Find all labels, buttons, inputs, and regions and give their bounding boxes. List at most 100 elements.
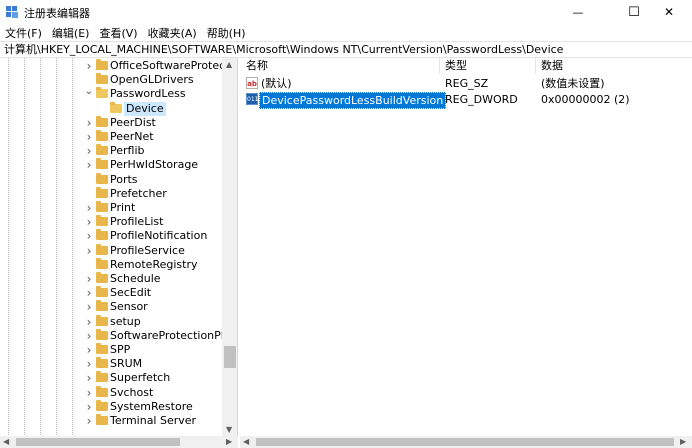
close-button[interactable]: ✕: [646, 0, 692, 24]
tree-item[interactable]: › Superfetch: [0, 371, 224, 385]
menu-edit[interactable]: 编辑(E): [47, 25, 95, 41]
tree-item[interactable]: › PeerNet: [0, 130, 224, 144]
tree-item[interactable]: › Schedule: [0, 272, 224, 286]
tree-item-label: SystemRestore: [110, 399, 193, 413]
collapse-chevron-icon[interactable]: ›: [84, 272, 94, 286]
tree-item[interactable]: › Perflib: [0, 144, 224, 158]
folder-icon: [96, 414, 108, 425]
collapse-chevron-icon[interactable]: ›: [84, 357, 94, 371]
maximize-icon: ☐: [628, 4, 640, 20]
tree-item-label: setup: [110, 314, 141, 328]
folder-icon: [96, 201, 108, 212]
collapse-chevron-icon[interactable]: ›: [84, 116, 94, 130]
column-divider[interactable]: [439, 58, 440, 74]
tree-item-label: SoftwareProtectionPlatf: [110, 328, 238, 342]
tree-item-label: PerHwIdStorage: [110, 158, 199, 172]
address-bar[interactable]: 计算机\HKEY_LOCAL_MACHINE\SOFTWARE\Microsof…: [0, 41, 692, 58]
tree-item[interactable]: › Svchost: [0, 385, 224, 400]
tree-item[interactable]: › SRUM: [0, 357, 224, 371]
collapse-chevron-icon[interactable]: ›: [84, 414, 94, 428]
collapse-chevron-icon[interactable]: ›: [84, 286, 94, 300]
tree-item[interactable]: OpenGLDrivers: [0, 73, 224, 87]
scroll-right-icon[interactable]: ▶: [226, 436, 232, 448]
values-horizontal-scrollbar[interactable]: ◀ ▶: [240, 436, 692, 448]
folder-icon: [96, 87, 108, 99]
scroll-up-icon[interactable]: ▲: [226, 60, 232, 69]
tree-item-label: OfficeSoftwareProtectio: [110, 59, 238, 72]
collapse-chevron-icon[interactable]: ›: [84, 229, 94, 243]
tree-item[interactable]: › SecEdit: [0, 286, 224, 300]
collapse-chevron-icon[interactable]: ›: [84, 343, 94, 357]
collapse-chevron-icon[interactable]: ›: [84, 144, 94, 158]
scroll-right-icon[interactable]: ▶: [680, 436, 686, 448]
tree-item[interactable]: Ports: [0, 172, 224, 187]
tree-item-label: PeerDist: [110, 115, 156, 129]
minimize-button[interactable]: —: [555, 0, 601, 24]
collapse-chevron-icon[interactable]: ›: [84, 201, 94, 215]
scroll-down-icon[interactable]: ▼: [226, 425, 232, 434]
collapse-chevron-icon[interactable]: ›: [84, 329, 94, 343]
value-row-default[interactable]: ab (默认) REG_SZ (数值未设置): [240, 76, 692, 91]
scroll-left-icon[interactable]: ◀: [3, 436, 9, 448]
collapse-chevron-icon[interactable]: ›: [84, 371, 94, 385]
column-name-header[interactable]: 名称: [246, 59, 268, 73]
tree-item[interactable]: › Print: [0, 201, 224, 215]
tree-item[interactable]: › OfficeSoftwareProtectio: [0, 59, 237, 73]
tree-item[interactable]: ⌄ PasswordLess: [0, 87, 224, 101]
tree-item[interactable]: › SPP: [0, 343, 224, 357]
collapse-chevron-icon[interactable]: ›: [84, 244, 94, 258]
collapse-chevron-icon[interactable]: ›: [84, 386, 94, 400]
tree-vertical-scrollbar[interactable]: ▲ ▼: [222, 58, 237, 436]
folder-icon: [96, 272, 108, 283]
folder-icon: [96, 144, 108, 156]
tree-item-label: Sensor: [110, 300, 148, 314]
tree-item-label: Ports: [110, 172, 138, 186]
menu-view[interactable]: 查看(V): [94, 25, 142, 41]
column-data-header[interactable]: 数据: [541, 59, 563, 73]
tree-hscroll-thumb[interactable]: [16, 438, 180, 446]
folder-icon: [96, 343, 108, 354]
menu-favorites[interactable]: 收藏夹(A): [143, 25, 202, 41]
tree-item[interactable]: › ProfileNotification: [0, 229, 224, 243]
tree-scroll-thumb[interactable]: [224, 346, 236, 368]
tree-horizontal-scrollbar[interactable]: ◀ ▶: [0, 436, 238, 448]
tree-item[interactable]: › PerHwIdStorage: [0, 158, 224, 172]
tree-item[interactable]: Prefetcher: [0, 186, 224, 201]
column-divider[interactable]: [535, 58, 536, 74]
tree-item[interactable]: › ProfileList: [0, 215, 224, 229]
folder-icon: [96, 186, 108, 198]
menu-file[interactable]: 文件(F): [0, 25, 47, 41]
folder-icon: [96, 385, 108, 397]
tree-item[interactable]: › PeerDist: [0, 115, 224, 130]
expand-chevron-icon[interactable]: ⌄: [84, 87, 94, 101]
collapse-chevron-icon[interactable]: ›: [84, 59, 94, 73]
folder-icon: [96, 357, 108, 369]
tree-item[interactable]: › SystemRestore: [0, 399, 224, 414]
column-type-header[interactable]: 类型: [445, 59, 467, 73]
tree-item[interactable]: › setup: [0, 314, 224, 329]
collapse-chevron-icon[interactable]: ›: [84, 400, 94, 414]
collapse-chevron-icon[interactable]: ›: [84, 158, 94, 172]
tree-item[interactable]: › Terminal Server: [0, 414, 224, 428]
collapse-chevron-icon[interactable]: ›: [84, 315, 94, 329]
tree-item[interactable]: › SoftwareProtectionPlatf: [0, 328, 237, 343]
collapse-chevron-icon[interactable]: ›: [84, 130, 94, 144]
collapse-chevron-icon[interactable]: ›: [84, 300, 94, 314]
tree-item[interactable]: › Sensor: [0, 300, 224, 314]
value-type: REG_SZ: [445, 77, 489, 90]
string-value-icon: ab: [246, 77, 258, 89]
value-row-buildversion[interactable]: 011 DevicePasswordLessBuildVersion REG_D…: [240, 92, 692, 109]
binary-value-icon: 011: [246, 93, 258, 105]
tree-item[interactable]: Device: [0, 101, 224, 116]
folder-icon: [96, 73, 108, 85]
tree-item-label: SRUM: [110, 357, 143, 371]
folder-icon: [96, 300, 108, 312]
folder-icon: [96, 371, 108, 383]
collapse-chevron-icon[interactable]: ›: [84, 215, 94, 229]
values-hscroll-thumb[interactable]: [256, 438, 674, 446]
scroll-left-icon[interactable]: ◀: [243, 436, 249, 448]
menu-help[interactable]: 帮助(H): [202, 25, 251, 41]
tree-item[interactable]: › ProfileService: [0, 243, 224, 258]
folder-icon: [96, 286, 108, 298]
tree-item[interactable]: RemoteRegistry: [0, 257, 224, 272]
